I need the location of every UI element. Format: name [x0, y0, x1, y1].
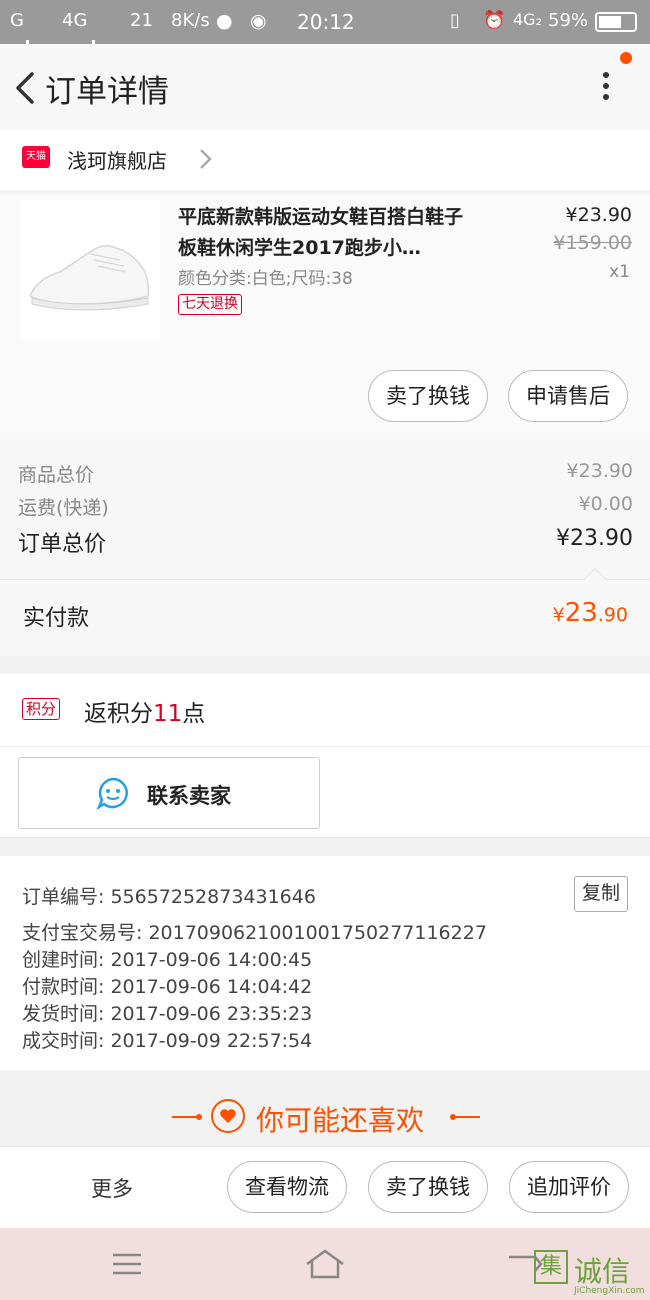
product-original-price: ¥159.00 — [553, 232, 632, 254]
points-amount: 11 — [153, 701, 183, 727]
battery-icon — [595, 12, 637, 32]
payment-integer: 23 — [564, 598, 598, 628]
payment-currency: ¥ — [552, 604, 565, 626]
top-bar: 订单详情 — [0, 44, 650, 130]
price-summary: 商品总价 ¥23.90 运费(快递) ¥0.00 订单总价 ¥23.90 — [0, 438, 650, 580]
wechat-icon: ● — [216, 10, 233, 32]
network-type-label: 4G — [62, 10, 88, 31]
back-arrow-icon[interactable] — [12, 68, 42, 108]
contact-seller-label: 联系卖家 — [147, 784, 231, 808]
alarm-icon: ⏰ — [483, 10, 506, 31]
system-nav-bar: 集 诚信 JiChengXin.com — [0, 1228, 650, 1300]
order-number: 订单编号: 55657252873431646 — [22, 886, 316, 908]
goods-total-value: ¥23.90 — [566, 460, 633, 482]
actual-payment: 实付款 ¥23.90 — [0, 567, 650, 656]
points-badge: 积分 — [22, 698, 61, 720]
browser-icon: ◉ — [250, 10, 267, 32]
network-type-2-label: 4G₂ — [513, 10, 542, 29]
points-text: 返积分11点 — [84, 694, 205, 728]
watermark-logo: 集 诚信 JiChengXin.com — [534, 1250, 645, 1296]
apply-after-sale-button[interactable]: 申请售后 — [508, 370, 628, 422]
order-total-label: 订单总价 — [18, 532, 107, 557]
seven-day-return-badge: 七天退换 — [178, 294, 242, 315]
order-detail-page: G 4G 21 8K/s ● ◉ 20:12 ▯ ⏰ 4G₂ 59% 订单详情 … — [0, 0, 650, 1300]
watermark-sub: JiChengXin.com — [574, 1286, 645, 1296]
menu-icon[interactable] — [111, 1250, 143, 1278]
watermark-glyph: 集 — [534, 1250, 568, 1284]
view-logistics-button[interactable]: 查看物流 — [227, 1161, 347, 1213]
divider-dot-left — [196, 1114, 202, 1120]
paid-time: 付款时间: 2017-09-06 14:04:42 — [22, 976, 313, 998]
shop-row[interactable]: 天猫 浅珂旗舰店 — [0, 130, 650, 190]
recommend-title: 你可能还喜欢 — [256, 1104, 425, 1137]
divider-right — [452, 1116, 480, 1118]
product-image[interactable] — [20, 200, 160, 340]
speed-num-label: 21 — [130, 10, 153, 31]
shipping-label: 运费(快递) — [18, 497, 109, 519]
copy-button[interactable]: 复制 — [574, 876, 628, 912]
completed-time: 成交时间: 2017-09-09 22:57:54 — [22, 1030, 313, 1052]
page-title: 订单详情 — [45, 74, 169, 110]
shop-name[interactable]: 浅珂旗舰店 — [67, 145, 167, 174]
product-quantity: x1 — [609, 262, 630, 282]
carrier-label: G — [10, 10, 24, 31]
product-item[interactable]: 平底新款韩版运动女鞋百搭白鞋子板鞋休闲学生2017跑步小… 颜色分类:白色;尺码… — [0, 194, 650, 438]
home-icon[interactable] — [303, 1246, 347, 1282]
product-sku: 颜色分类:白色;尺码:38 — [178, 269, 353, 289]
product-title[interactable]: 平底新款韩版运动女鞋百搭白鞋子板鞋休闲学生2017跑步小… — [178, 202, 478, 264]
created-time: 创建时间: 2017-09-06 14:00:45 — [22, 949, 313, 971]
more-button[interactable]: 更多 — [91, 1173, 133, 1203]
order-total-value: ¥23.90 — [556, 526, 633, 551]
sell-for-cash-bottom-button[interactable]: 卖了换钱 — [368, 1161, 488, 1213]
actual-payment-value: ¥23.90 — [553, 598, 628, 628]
alipay-trade-number: 支付宝交易号: 2017090621001001750277116227 — [22, 922, 487, 944]
notification-dot — [620, 52, 632, 64]
network-speed-label: 8K/s — [171, 10, 210, 31]
vibrate-icon: ▯ — [450, 10, 460, 31]
shipped-time: 发货时间: 2017-09-06 23:35:23 — [22, 1003, 313, 1025]
points-suffix: 点 — [182, 701, 206, 727]
points-row: 积分 返积分11点 — [0, 674, 650, 746]
contact-area: 联系卖家 — [0, 746, 650, 838]
recommend-header: 你可能还喜欢 — [0, 1070, 650, 1146]
shipping-value: ¥0.00 — [578, 493, 633, 515]
heart-icon — [211, 1099, 245, 1133]
chevron-right-icon — [200, 149, 212, 169]
add-review-button[interactable]: 追加评价 — [509, 1161, 629, 1213]
contact-seller-button[interactable]: 联系卖家 — [18, 757, 320, 829]
sell-for-cash-button[interactable]: 卖了换钱 — [368, 370, 488, 422]
battery-percent: 59% — [548, 10, 589, 31]
order-info: 订单编号: 55657252873431646 复制 支付宝交易号: 20170… — [0, 856, 650, 1070]
actual-payment-label: 实付款 — [23, 606, 90, 631]
bottom-action-bar: 更多 查看物流 卖了换钱 追加评价 — [0, 1146, 650, 1228]
more-menu-icon[interactable] — [594, 68, 618, 108]
points-prefix: 返积分 — [84, 701, 153, 727]
chat-bubble-icon — [96, 777, 128, 810]
product-price: ¥23.90 — [565, 204, 632, 226]
watermark-text: 诚信 — [574, 1255, 631, 1288]
payment-decimal: .90 — [597, 604, 628, 626]
status-bar: G 4G 21 8K/s ● ◉ 20:12 ▯ ⏰ 4G₂ 59% — [0, 0, 650, 108]
clock-time: 20:12 — [297, 10, 355, 34]
goods-total-label: 商品总价 — [18, 464, 95, 486]
tmall-icon: 天猫 — [22, 146, 50, 168]
